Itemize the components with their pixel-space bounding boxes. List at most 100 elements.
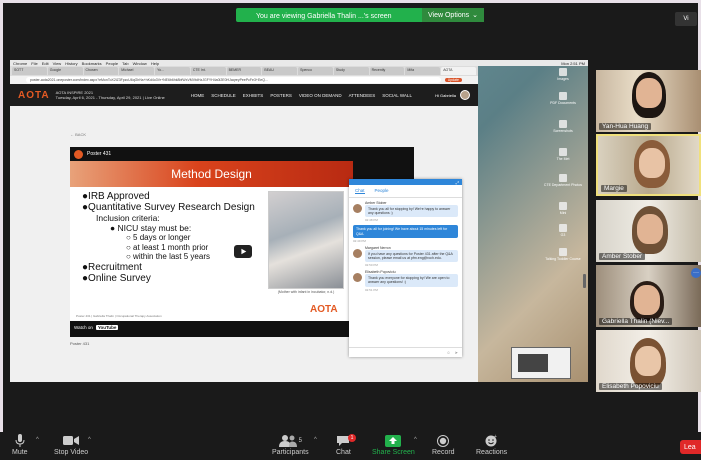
desktop-icon: Mini: [538, 202, 588, 215]
desktop-preview-thumbnail: [511, 347, 571, 379]
more-options-label: ···: [693, 270, 699, 276]
record-label: Record: [432, 449, 455, 456]
chat-input-row: ☺ ➤: [349, 347, 462, 357]
desktop-icon-label: G3: [560, 233, 566, 237]
participant-tile[interactable]: Gabriella Thalin (Niev...: [596, 265, 701, 327]
desktop-icon: CTE Department Photos: [538, 174, 588, 187]
nav-social-wall: SOCIAL WALL: [382, 92, 412, 98]
participant-tile-active[interactable]: Margie: [596, 134, 701, 196]
browser-urlbar: poster-aota2021.oneposter.com/index.aspx…: [10, 76, 478, 84]
desktop-icon: Images: [538, 68, 588, 81]
video-camera-icon: [63, 436, 80, 445]
poster-label: Poster 431: [70, 341, 90, 346]
desktop-icon-label: Mini: [559, 211, 567, 215]
desktop-icon: Talking Toddler Course: [538, 248, 588, 261]
participants-label: Participants: [272, 449, 309, 456]
desktop-icon-label: PDF Documents: [550, 101, 576, 105]
poster-slide: Method Design ●IRB Approved ●Quantitative…: [70, 161, 353, 321]
play-button: [234, 245, 252, 258]
chat-message: Elisabeth Popoviciu Thank you everyone fo…: [353, 270, 458, 292]
chat-tabs: Chat People: [349, 185, 462, 198]
aota-logo: AOTA: [18, 90, 50, 101]
view-button[interactable]: Vi: [675, 12, 697, 26]
participant-name: Margie: [601, 185, 627, 192]
send-icon: ➤: [454, 350, 458, 355]
emoji-icon: ☺: [446, 350, 451, 355]
participant-tile[interactable]: Yan-Hua Huang: [596, 70, 701, 132]
browser-tabstrip: SOTT Google Chosen Michael Yo... CTE Int…: [10, 66, 478, 76]
nav-video-on-demand: VIDEO ON DEMAND: [298, 92, 342, 98]
participants-button[interactable]: 5 Participants: [272, 434, 309, 456]
user-greeting: Hi Gabriella: [435, 90, 470, 100]
avatar: [353, 273, 362, 283]
mute-button[interactable]: Mute: [12, 434, 28, 456]
chat-message: Margaret Nerron If you have any questions…: [353, 246, 458, 267]
chat-message-body: Thank you all for joining! We have about…: [353, 225, 458, 243]
nav-posters: POSTERS: [270, 92, 292, 98]
browser-tab: Recently: [369, 67, 405, 75]
browser-tab: CTE Int.: [190, 67, 226, 75]
chat-bubble: Thank you all for stopping by! We're hap…: [365, 205, 458, 218]
menu-edit: Edit: [41, 60, 49, 66]
avatar: [460, 90, 470, 100]
participant-face: [637, 214, 663, 244]
share-screen-icon: [385, 434, 402, 447]
slide-bullet: ●Quantitative Survey Research Design: [82, 202, 255, 213]
desktop-icon: G3: [538, 224, 588, 237]
folder-icon: [559, 120, 567, 128]
reactions-button[interactable]: + Reactions: [476, 434, 507, 456]
menu-file: File: [31, 60, 38, 66]
menu-people: People: [105, 60, 119, 66]
mute-label: Mute: [12, 449, 28, 456]
chat-message-body: Margaret Nerron If you have any questions…: [365, 246, 458, 267]
browser-tab: Google: [47, 67, 83, 75]
chat-messages: Amber Stober Thank you all for stopping b…: [349, 201, 462, 292]
scroll-handle: [583, 274, 586, 288]
leave-button[interactable]: Lea: [680, 440, 701, 454]
participant-face: [635, 346, 661, 376]
aota-logo-text: AOTA: [18, 89, 50, 101]
browser-tab: BEAU: [262, 67, 298, 75]
chevron-up-icon[interactable]: ^: [36, 437, 39, 443]
chat-label: Chat: [336, 449, 351, 456]
event-dates: Tuesday, April 6, 2021 - Thursday, April…: [55, 95, 165, 100]
participant-name: Gabriella Thalin (Niev...: [599, 318, 673, 325]
chat-message: Amber Stober Thank you all for stopping b…: [353, 201, 458, 222]
reactions-label: Reactions: [476, 449, 508, 456]
browser-tab: Yo...: [155, 67, 190, 75]
participant-face: [634, 285, 660, 315]
record-button[interactable]: Record: [432, 434, 455, 456]
slide-heading: Method Design: [70, 161, 353, 187]
stop-video-button[interactable]: Stop Video: [54, 434, 88, 456]
record-icon: [437, 434, 450, 447]
view-options-button[interactable]: View Options ⌄: [422, 8, 484, 22]
chat-timestamp: 02:50 PM: [365, 263, 378, 268]
slide-bullet: ●Online Survey: [82, 272, 151, 284]
browser-update-button: Update: [444, 78, 462, 82]
browser-tab: Study: [333, 67, 369, 75]
browser-tab: Mifa: [405, 67, 441, 75]
back-link: ← BACK: [70, 132, 86, 137]
participant-tile[interactable]: Amber Stober: [596, 200, 701, 262]
share-screen-button[interactable]: Share Screen: [372, 434, 415, 456]
chat-message-body: Elisabeth Popoviciu Thank you everyone fo…: [365, 270, 458, 292]
slide-bullet: ○ 5 days or longer: [126, 233, 191, 242]
avatar: [353, 248, 362, 258]
view-options-label: View Options: [428, 11, 470, 19]
chat-message-body: Amber Stober Thank you all for stopping b…: [365, 201, 458, 222]
menu-chrome: Chrome: [13, 60, 28, 66]
desktop-icon-label: Screenshots: [553, 129, 573, 133]
more-options-button[interactable]: ···: [691, 268, 701, 278]
browser-tab: Spenco: [298, 67, 333, 75]
chevron-up-icon[interactable]: ^: [88, 437, 91, 443]
share-banner-message: You are viewing Gabriella Thalin ...'s s…: [256, 13, 392, 20]
chevron-up-icon[interactable]: ^: [414, 437, 417, 443]
desktop-icon: The Met: [538, 148, 588, 161]
expand-icon: ⤢: [455, 179, 459, 185]
participant-name: Amber Stober: [599, 253, 646, 260]
chat-message: Thank you all for joining! We have about…: [353, 225, 458, 243]
desktop-icon: Screenshots: [538, 120, 588, 133]
chevron-up-icon[interactable]: ^: [314, 437, 317, 443]
avatar: [353, 204, 362, 213]
participant-tile[interactable]: Elisabeth Popoviciu: [596, 330, 701, 392]
